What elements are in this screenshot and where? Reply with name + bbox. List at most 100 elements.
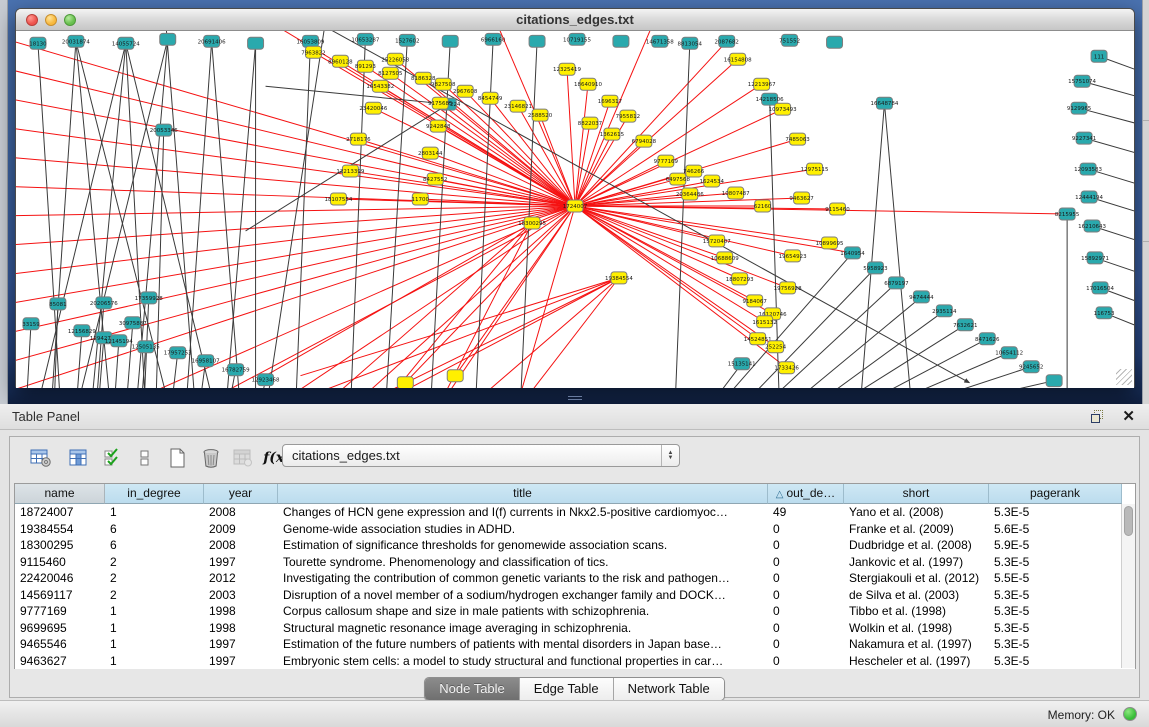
column-header-year[interactable]: year xyxy=(204,484,278,504)
graph-node[interactable]: 9227341 xyxy=(1072,132,1096,144)
graph-node[interactable]: 8813054 xyxy=(678,37,703,49)
graph-node[interactable]: 6794028 xyxy=(632,135,657,147)
graph-node[interactable]: 16958107 xyxy=(192,355,220,367)
table-row[interactable]: 1456911722003Disruption of a novel membe… xyxy=(15,587,1135,604)
graph-node[interactable]: 16648784 xyxy=(870,97,898,109)
tab-network-table[interactable]: Network Table xyxy=(614,678,724,700)
graph-node[interactable]: 7485063 xyxy=(785,133,810,145)
graph-node[interactable]: 23146821 xyxy=(504,100,532,112)
graph-node[interactable]: 23420046 xyxy=(359,102,387,114)
graph-node[interactable]: 12975115 xyxy=(801,163,829,175)
graph-node[interactable]: 1624534 xyxy=(700,175,725,187)
graph-node[interactable]: 2718176 xyxy=(346,133,371,145)
select-columns-button[interactable] xyxy=(64,443,94,473)
graph-node[interactable]: 62160 xyxy=(754,200,772,212)
graph-node[interactable]: 12505135 xyxy=(132,341,160,353)
table-row[interactable]: 977716911998Corpus callosum shape and si… xyxy=(15,603,1135,620)
graph-node[interactable] xyxy=(1046,375,1062,387)
graph-node[interactable]: 18107554 xyxy=(324,193,352,205)
window-resize-handle[interactable] xyxy=(1116,369,1132,385)
tab-edge-table[interactable]: Edge Table xyxy=(520,678,614,700)
table-settings-button[interactable] xyxy=(26,443,56,473)
graph-node[interactable]: 16154808 xyxy=(724,53,752,65)
table-row[interactable]: 2242004622012Investigating the contribut… xyxy=(15,570,1135,587)
table-row[interactable]: 911546021997Tourette syndrome. Phenomeno… xyxy=(15,554,1135,571)
graph-node[interactable]: 9115460 xyxy=(825,203,850,215)
table-row[interactable]: 1938455462009Genome-wide association stu… xyxy=(15,521,1135,538)
column-header-name[interactable]: name xyxy=(15,484,105,504)
graph-node[interactable] xyxy=(447,370,463,382)
column-header-out_de[interactable]: △out_de… xyxy=(768,484,844,504)
select-all-rows-button[interactable] xyxy=(98,443,128,473)
new-table-button[interactable] xyxy=(162,443,192,473)
network-canvas[interactable]: 1813020031874140557242069140616053809106… xyxy=(16,31,1134,388)
graph-node[interactable]: 7955812 xyxy=(616,110,640,122)
graph-node[interactable]: 10807487 xyxy=(722,187,750,199)
graph-node[interactable] xyxy=(397,377,413,388)
graph-node[interactable]: 6879197 xyxy=(884,277,909,289)
network-window[interactable]: citations_edges.txt 18130200318741405572… xyxy=(15,8,1135,388)
graph-node[interactable]: 16782759 xyxy=(222,364,250,376)
graph-node[interactable]: 9463627 xyxy=(789,192,814,204)
graph-node[interactable]: 2588520 xyxy=(528,109,553,121)
column-header-in_degree[interactable]: in_degree xyxy=(105,484,204,504)
graph-node[interactable] xyxy=(827,36,843,48)
graph-node[interactable]: 2935114 xyxy=(932,305,957,317)
graph-node[interactable]: 20206576 xyxy=(90,297,118,309)
table-row[interactable]: 1872400712008Changes of HCN gene express… xyxy=(15,504,1135,521)
graph-node[interactable]: 9474444 xyxy=(909,291,934,303)
graph-node[interactable]: 17957253 xyxy=(164,347,192,359)
graph-node[interactable]: 8960128 xyxy=(328,55,353,67)
graph-node[interactable]: 16210643 xyxy=(1078,220,1106,232)
delete-table-button[interactable] xyxy=(196,443,226,473)
graph-node[interactable]: 12444194 xyxy=(1075,191,1103,203)
graph-node[interactable]: 12325419 xyxy=(553,63,581,75)
right-scroll-strip[interactable] xyxy=(1142,0,1149,404)
graph-node[interactable]: 85081 xyxy=(49,298,66,310)
graph-node[interactable]: 15892971 xyxy=(1081,252,1109,264)
scrollbar-thumb[interactable] xyxy=(1124,506,1133,536)
column-header-title[interactable]: title xyxy=(278,484,768,504)
graph-node[interactable]: 1640954 xyxy=(840,247,865,259)
graph-node[interactable]: 18130 xyxy=(29,37,47,49)
graph-node[interactable]: 2967608 xyxy=(453,85,478,97)
graph-node[interactable]: 7632621 xyxy=(953,319,977,331)
tab-node-table[interactable]: Node Table xyxy=(425,678,520,700)
graph-node[interactable]: 116753 xyxy=(1094,307,1115,319)
graph-node[interactable]: 18300295 xyxy=(518,217,546,229)
graph-node[interactable]: 252254 xyxy=(765,341,786,353)
table-row[interactable]: 946362711997Embryonic stem cells: a mode… xyxy=(15,653,1135,670)
graph-node[interactable]: 15751074 xyxy=(1068,75,1096,87)
table-vertical-scrollbar[interactable] xyxy=(1121,504,1135,668)
graph-node[interactable]: 8215955 xyxy=(1055,208,1080,220)
graph-node[interactable]: 20031874 xyxy=(62,35,90,47)
graph-node[interactable]: 7963822 xyxy=(301,46,325,58)
graph-node[interactable] xyxy=(248,37,264,49)
graph-node[interactable]: 10719155 xyxy=(563,33,591,45)
graph-node[interactable]: 746266 xyxy=(683,165,704,177)
graph-node[interactable]: 14671358 xyxy=(646,35,674,47)
pane-splitter-handle[interactable] xyxy=(568,396,582,402)
graph-node[interactable]: 111 xyxy=(1091,50,1107,62)
graph-node[interactable]: 2803144 xyxy=(418,147,443,159)
table-row[interactable]: 1830029562008Estimation of significance … xyxy=(15,537,1135,554)
deselect-rows-button[interactable] xyxy=(130,443,160,473)
graph-node[interactable]: 20691406 xyxy=(198,35,226,47)
network-window-titlebar[interactable]: citations_edges.txt xyxy=(16,9,1134,31)
graph-node[interactable]: 16053809 xyxy=(297,35,325,47)
graph-node[interactable]: 5958923 xyxy=(863,262,888,274)
graph-node[interactable]: 1527602 xyxy=(395,34,419,46)
table-row[interactable]: 969969511998Structural magnetic resonanc… xyxy=(15,620,1135,637)
graph-node[interactable]: 16543382 xyxy=(366,80,394,92)
graph-node[interactable]: 11700 xyxy=(412,193,430,205)
graph-node[interactable]: 12093583 xyxy=(1074,163,1102,175)
graph-node[interactable]: 891293 xyxy=(355,60,376,72)
column-header-pagerank[interactable]: pagerank xyxy=(989,484,1122,504)
graph-node[interactable]: 8822037 xyxy=(578,117,603,129)
graph-node[interactable] xyxy=(160,33,176,45)
close-panel-icon[interactable]: ✕ xyxy=(1122,407,1135,425)
graph-node[interactable]: 2087682 xyxy=(715,35,739,47)
column-header-short[interactable]: short xyxy=(844,484,989,504)
graph-node[interactable]: 19654923 xyxy=(779,250,807,262)
graph-node[interactable]: 9129965 xyxy=(1067,102,1092,114)
